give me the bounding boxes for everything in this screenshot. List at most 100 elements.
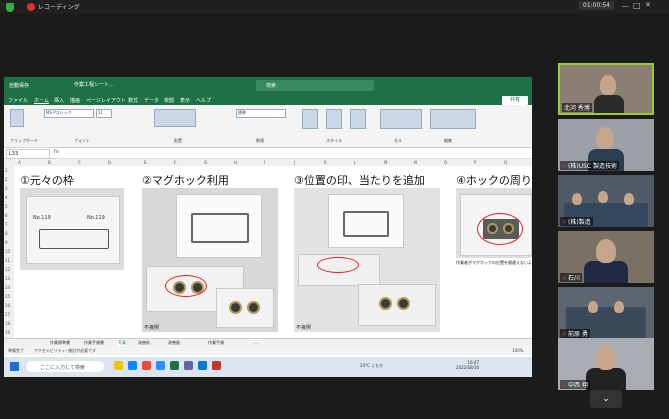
row-11[interactable]: 11 (5, 258, 10, 263)
menu-draw[interactable]: 描画 (70, 97, 80, 104)
row-13[interactable]: 13 (5, 276, 10, 281)
security-shield-icon[interactable] (6, 3, 14, 12)
row-9[interactable]: 9 (5, 240, 8, 245)
col-k[interactable]: K (324, 160, 327, 165)
menu-formulas[interactable]: 数式 (128, 97, 138, 104)
row-10[interactable]: 10 (5, 249, 10, 254)
col-g[interactable]: G (204, 160, 207, 165)
col-a[interactable]: A (18, 160, 21, 165)
participant-tile-1[interactable]: 北河 秀博 (558, 63, 654, 115)
participant-tile-6[interactable]: ✕中西 翔 (558, 338, 654, 390)
participant-tile-2[interactable]: ✕(株)USC 製造技術 (558, 119, 654, 171)
share-button[interactable]: 共有 (502, 96, 528, 105)
menu-page-layout[interactable]: ページレイアウト (86, 97, 126, 104)
col-m[interactable]: M (384, 160, 387, 165)
menu-view[interactable]: 表示 (180, 97, 190, 104)
participant-tile-4[interactable]: ✕石川 (558, 231, 654, 283)
taskbar-search-placeholder: ここに入力して検索 (40, 365, 85, 371)
shared-screen: 自動保存 作業工程シート… 検索 ファイル ホーム 挿入 描画 ページレイアウト… (4, 77, 532, 377)
col-q[interactable]: Q (504, 160, 507, 165)
col-b[interactable]: B (48, 160, 51, 165)
participant-name-2-text: (株)USC 製造技術 (568, 163, 618, 170)
menu-data[interactable]: データ (144, 97, 159, 104)
row-3[interactable]: 3 (5, 186, 8, 191)
sheet-tab-more[interactable]: … (254, 340, 258, 345)
row-16[interactable]: 16 (5, 303, 10, 308)
row-4[interactable]: 4 (5, 195, 8, 200)
worksheet-grid[interactable]: ①元々の枠 No.119 No.119 ②マグホック利用 不良例 ③位置の印、当… (14, 166, 532, 338)
participant-tile-3[interactable]: ✕(株)製造 (558, 175, 654, 227)
row-15[interactable]: 15 (5, 294, 10, 299)
row-1[interactable]: 1 (5, 168, 8, 173)
taskbar-date: 2022/08/16 (456, 365, 480, 370)
taskbar-clock[interactable]: 16:47 2022/08/16 (456, 360, 479, 370)
col-f[interactable]: F (174, 160, 176, 165)
close-icon[interactable]: ✕ (645, 1, 651, 9)
zoom-top-bar (0, 0, 669, 14)
participant-tile-5[interactable]: ✕前原 勇 (558, 287, 654, 339)
zoom-app-icon[interactable] (156, 361, 165, 370)
chrome-icon[interactable] (142, 361, 151, 370)
fx-icon[interactable]: fx (54, 149, 59, 155)
avatar-face (624, 193, 634, 205)
col-d[interactable]: D (108, 160, 111, 165)
row-19[interactable]: 19 (5, 330, 10, 335)
col-c[interactable]: C (78, 160, 81, 165)
paste-icon[interactable] (10, 109, 24, 127)
row-5[interactable]: 5 (5, 204, 8, 209)
name-box[interactable]: L33 (6, 149, 50, 159)
col-l[interactable]: L (354, 160, 356, 165)
outlook-icon[interactable] (198, 361, 207, 370)
excel-app-icon[interactable] (170, 361, 179, 370)
windows-start-icon[interactable] (10, 362, 19, 371)
row-17[interactable]: 17 (5, 312, 10, 317)
col-n[interactable]: N (414, 160, 417, 165)
teams-icon[interactable] (184, 361, 193, 370)
hook-bolt-3 (229, 301, 242, 314)
row-18[interactable]: 18 (5, 321, 10, 326)
avatar (584, 261, 628, 283)
menu-help[interactable]: ヘルプ (196, 97, 211, 104)
hook-bolt-4 (247, 301, 260, 314)
autosave-toggle[interactable]: 自動保存 (9, 82, 29, 89)
marked-plate-1 (298, 254, 380, 286)
maximize-icon[interactable]: □ (633, 1, 641, 10)
edge-icon[interactable] (128, 361, 137, 370)
frame-cutout (39, 229, 109, 249)
cells-group-icons[interactable] (380, 109, 422, 129)
row-7[interactable]: 7 (5, 222, 8, 227)
formula-bar[interactable] (4, 148, 532, 159)
zoom-level[interactable]: 100% (512, 348, 523, 353)
menu-review[interactable]: 校閲 (164, 97, 174, 104)
menu-insert[interactable]: 挿入 (54, 97, 64, 104)
row-8[interactable]: 8 (5, 231, 8, 236)
menu-home[interactable]: ホーム (34, 97, 49, 104)
col-i[interactable]: I (264, 160, 265, 165)
taskbar-weather[interactable]: 24°C くもり (360, 363, 383, 369)
powerpoint-icon[interactable] (212, 361, 221, 370)
alignment-icons[interactable] (154, 109, 196, 127)
editing-group-icons[interactable] (430, 109, 476, 129)
menu-file[interactable]: ファイル (8, 97, 28, 104)
row-2[interactable]: 2 (5, 177, 8, 182)
chevron-down-icon[interactable]: ⌄ (590, 390, 622, 408)
frame-label-left: No.119 (33, 215, 51, 221)
col-e[interactable]: E (144, 160, 147, 165)
row-14[interactable]: 14 (5, 285, 10, 290)
col-p[interactable]: P (474, 160, 476, 165)
conditional-format-icon[interactable] (302, 109, 318, 129)
ribbon-group-font: フォント (74, 138, 90, 143)
cell-styles-icon[interactable] (350, 109, 366, 129)
accessibility-status[interactable]: アクセシビリティ: 検討が必要です (34, 348, 96, 354)
col-h[interactable]: H (234, 160, 237, 165)
col-o[interactable]: O (444, 160, 447, 165)
row-6[interactable]: 6 (5, 213, 8, 218)
minimize-icon[interactable]: — (622, 2, 629, 10)
col-j[interactable]: J (294, 160, 295, 165)
file-explorer-icon[interactable] (114, 361, 123, 370)
row-12[interactable]: 12 (5, 267, 10, 272)
avatar-face (596, 239, 616, 263)
frame-card-1: No.119 No.119 (26, 196, 120, 264)
format-as-table-icon[interactable] (326, 109, 342, 129)
heading-original-frame: ①元々の枠 (20, 174, 74, 187)
